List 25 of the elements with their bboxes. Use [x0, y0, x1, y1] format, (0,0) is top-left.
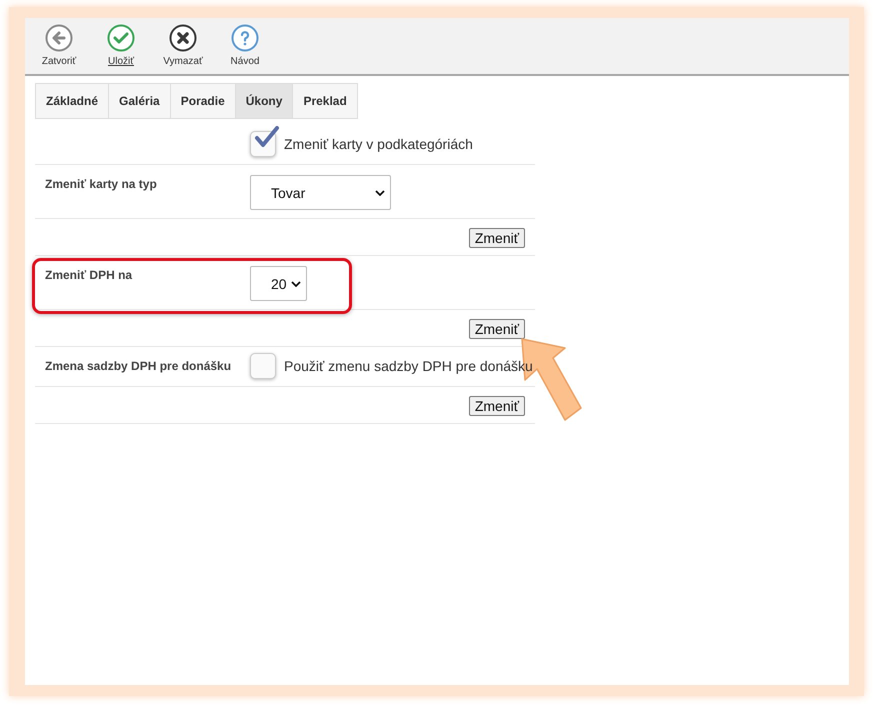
toolbar-label[interactable]: Zatvoriť: [42, 56, 76, 67]
help-icon[interactable]: [231, 24, 259, 52]
tab[interactable]: Preklad: [292, 83, 358, 119]
field-label: Zmeniť DPH na: [45, 268, 132, 282]
checkmark-icon: [253, 126, 279, 148]
toolbar-label[interactable]: Vymazať: [163, 56, 203, 67]
tab[interactable]: Základné: [35, 83, 110, 119]
tab[interactable]: Úkony: [234, 83, 294, 119]
tab[interactable]: Poradie: [170, 83, 236, 119]
tab[interactable]: Galéria: [108, 83, 171, 119]
checkbox[interactable]: [250, 353, 276, 379]
dropdown[interactable]: Tovar: [250, 175, 391, 210]
dropdown[interactable]: 20: [250, 266, 307, 301]
checkmark-icon[interactable]: [107, 24, 135, 52]
delete-icon[interactable]: [169, 24, 197, 52]
chevron-down-icon: [375, 190, 385, 196]
field-label: Zmena sadzby DPH pre donášku: [45, 359, 232, 373]
field-label: Zmeniť karty na typ: [45, 177, 157, 191]
change-button[interactable]: Zmeniť: [468, 319, 525, 339]
checkbox-label[interactable]: Zmeniť karty v podkategóriách: [284, 136, 473, 152]
toolbar-label[interactable]: Uložiť: [108, 56, 134, 67]
change-button[interactable]: Zmeniť: [468, 228, 525, 248]
toolbar-label[interactable]: Návod: [230, 56, 260, 67]
change-button[interactable]: Zmeniť: [468, 396, 525, 416]
chevron-down-icon: [291, 280, 301, 286]
